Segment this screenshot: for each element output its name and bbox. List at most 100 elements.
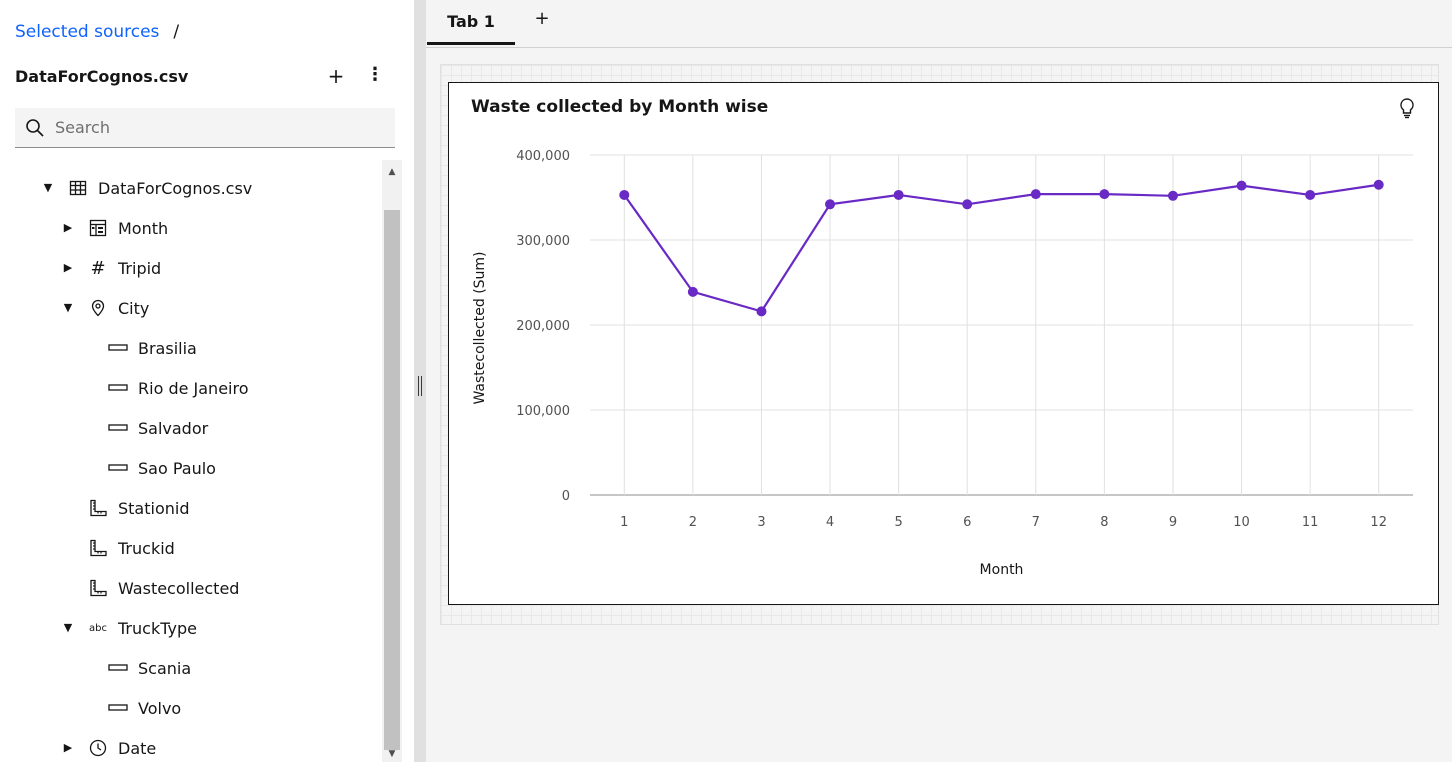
member-icon xyxy=(107,697,129,719)
tree-item-scania[interactable]: Scania xyxy=(0,648,382,688)
data-point[interactable] xyxy=(962,199,973,210)
tree-item-rio-de-janeiro[interactable]: Rio de Janeiro xyxy=(0,368,382,408)
tree-item-city[interactable]: ▼ City xyxy=(0,288,382,328)
data-sources-panel: Selected sources / DataForCognos.csv + ⋮… xyxy=(0,0,414,762)
line-chart: 0100,000200,000300,000400,0001 2 3 4 5 6 7 8 9 10… xyxy=(472,149,1413,578)
x-tick-label: 11 xyxy=(1302,515,1319,530)
tree-item-salvador[interactable]: Salvador xyxy=(0,408,382,448)
data-point[interactable] xyxy=(756,306,767,317)
measure-ruler-icon xyxy=(87,497,109,519)
tree-item-volvo[interactable]: Volvo xyxy=(0,688,382,728)
tree-item-label: Month xyxy=(118,218,169,238)
tree-item-stationid[interactable]: Stationid xyxy=(0,488,382,528)
svg-text:abc: abc xyxy=(89,623,107,634)
add-source-button[interactable]: + xyxy=(326,64,346,90)
calendar-table-icon xyxy=(87,217,109,239)
data-point[interactable] xyxy=(825,199,836,210)
measure-ruler-icon xyxy=(87,537,109,559)
tree-item-label: Date xyxy=(118,738,157,758)
tree-item-label: Tripid xyxy=(118,258,162,278)
member-icon xyxy=(107,337,129,359)
tab-bar: Tab 1 + xyxy=(426,0,1452,48)
splitter-grip-icon[interactable] xyxy=(418,376,422,396)
tree-item-label: Sao Paulo xyxy=(138,458,216,478)
data-point[interactable] xyxy=(1030,189,1041,200)
data-point[interactable] xyxy=(619,189,630,200)
data-point[interactable] xyxy=(1236,180,1247,191)
member-icon xyxy=(107,377,129,399)
tree-item-dataforcognos-csv[interactable]: ▼ DataForCognos.csv xyxy=(0,168,382,208)
caret-right-icon[interactable]: ▶ xyxy=(62,222,74,234)
data-tree: ▼ DataForCognos.csv ▶ Month ▶ # Tripid ▼ City Bra… xyxy=(0,168,382,762)
tree-item-label: Truckid xyxy=(118,538,175,558)
lightbulb-icon[interactable] xyxy=(1397,97,1417,119)
tree-item-wastecollected[interactable]: Wastecollected xyxy=(0,568,382,608)
caret-right-icon[interactable]: ▶ xyxy=(62,742,74,754)
tree-scrollbar[interactable]: ▲ ▼ xyxy=(382,160,402,762)
tree-item-label: Brasilia xyxy=(138,338,197,358)
x-tick-label: 3 xyxy=(757,515,765,530)
tree-item-trucktype[interactable]: ▼ abc TruckType xyxy=(0,608,382,648)
x-tick-label: 7 xyxy=(1032,515,1040,530)
data-point[interactable] xyxy=(1167,190,1178,201)
tree-item-truckid[interactable]: Truckid xyxy=(0,528,382,568)
tree-item-month[interactable]: ▶ Month xyxy=(0,208,382,248)
measure-ruler-icon xyxy=(87,577,109,599)
data-point[interactable] xyxy=(687,286,698,297)
tree-item-date[interactable]: ▶ Date xyxy=(0,728,382,762)
x-tick-label: 6 xyxy=(963,515,971,530)
tree-item-label: TruckType xyxy=(118,618,197,638)
tree-item-label: City xyxy=(118,298,150,318)
data-point[interactable] xyxy=(1373,179,1384,190)
tree-item-sao-paulo[interactable]: Sao Paulo xyxy=(0,448,382,488)
y-tick-label: 0 xyxy=(562,489,570,504)
panel-splitter[interactable] xyxy=(414,0,426,762)
breadcrumb: Selected sources / xyxy=(15,22,179,42)
y-axis-title: Wastecollected (Sum) xyxy=(472,251,488,404)
x-tick-label: 8 xyxy=(1100,515,1108,530)
breadcrumb-separator: / xyxy=(173,22,180,42)
clock-icon xyxy=(87,737,109,759)
x-tick-label: 4 xyxy=(826,515,834,530)
caret-down-icon[interactable]: ▼ xyxy=(62,302,74,314)
y-tick-label: 200,000 xyxy=(516,319,570,334)
scroll-down-arrow-icon[interactable]: ▼ xyxy=(382,746,402,762)
x-axis-title: Month xyxy=(980,562,1024,578)
app-window: Selected sources / DataForCognos.csv + ⋮… xyxy=(0,0,1452,762)
tree-item-label: Wastecollected xyxy=(118,578,240,598)
x-tick-label: 5 xyxy=(894,515,902,530)
tree-item-label: Salvador xyxy=(138,418,209,438)
tree-item-label: Rio de Janeiro xyxy=(138,378,249,398)
caret-down-icon[interactable]: ▼ xyxy=(62,622,74,634)
data-point[interactable] xyxy=(1305,189,1316,200)
location-pin-icon xyxy=(87,297,109,319)
tree-item-label: DataForCognos.csv xyxy=(98,178,253,198)
tree-item-label: Scania xyxy=(138,658,192,678)
caret-right-icon[interactable]: ▶ xyxy=(62,262,74,274)
add-tab-button[interactable]: + xyxy=(532,8,552,34)
caret-down-icon[interactable]: ▼ xyxy=(42,182,54,194)
x-tick-label: 2 xyxy=(689,515,697,530)
series-line xyxy=(623,183,1379,313)
search-field[interactable] xyxy=(15,108,395,148)
scroll-thumb[interactable] xyxy=(384,210,400,750)
abc-icon: abc xyxy=(87,617,109,639)
search-input[interactable] xyxy=(55,118,375,137)
chart-widget[interactable]: 0 100,000 200,000 300,000 400,000 1 2 3 4 5 6 7 8 9 10… xyxy=(448,82,1439,605)
breadcrumb-selected-sources-link[interactable]: Selected sources xyxy=(15,22,159,42)
x-tick-label: 12 xyxy=(1370,515,1387,530)
tree-item-tripid[interactable]: ▶ # Tripid xyxy=(0,248,382,288)
tab-1[interactable]: Tab 1 xyxy=(427,0,515,45)
source-title: DataForCognos.csv xyxy=(15,67,189,86)
svg-text:#: # xyxy=(90,259,105,277)
member-icon xyxy=(107,417,129,439)
tree-item-brasilia[interactable]: Brasilia xyxy=(0,328,382,368)
widget-title: Waste collected by Month wise xyxy=(471,97,769,117)
table-icon xyxy=(67,177,89,199)
data-point[interactable] xyxy=(893,189,904,200)
scroll-up-arrow-icon[interactable]: ▲ xyxy=(382,162,402,182)
more-options-button[interactable]: ⋮ xyxy=(366,64,384,90)
data-point[interactable] xyxy=(1099,189,1110,200)
y-tick-label: 300,000 xyxy=(516,234,570,249)
search-icon xyxy=(26,118,44,137)
